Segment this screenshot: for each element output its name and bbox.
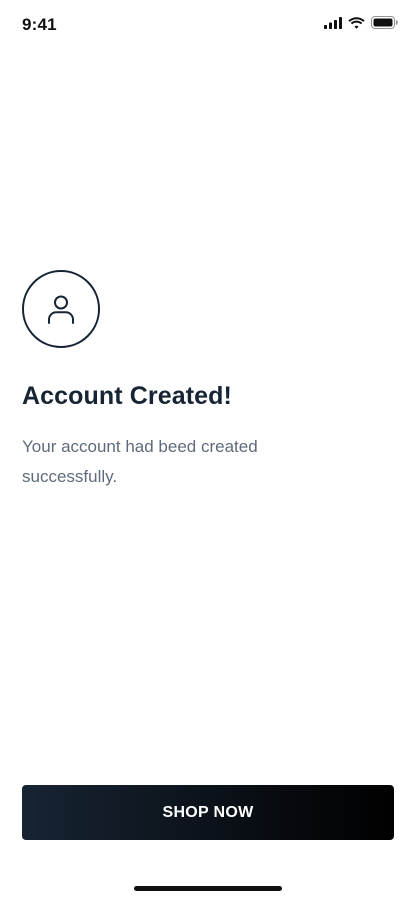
home-indicator[interactable] (134, 886, 282, 891)
status-icons (324, 16, 398, 29)
shop-now-button[interactable]: SHOP NOW (22, 785, 394, 840)
status-time: 9:41 (22, 15, 57, 34)
wifi-icon (348, 16, 365, 29)
user-icon (48, 295, 74, 324)
cellular-signal-icon (324, 16, 342, 29)
battery-icon (371, 16, 398, 29)
page-title: Account Created! (22, 382, 232, 410)
status-bar: 9:41 (0, 0, 416, 50)
account-avatar (22, 270, 100, 348)
success-message: Your account had beed created successful… (22, 437, 258, 486)
